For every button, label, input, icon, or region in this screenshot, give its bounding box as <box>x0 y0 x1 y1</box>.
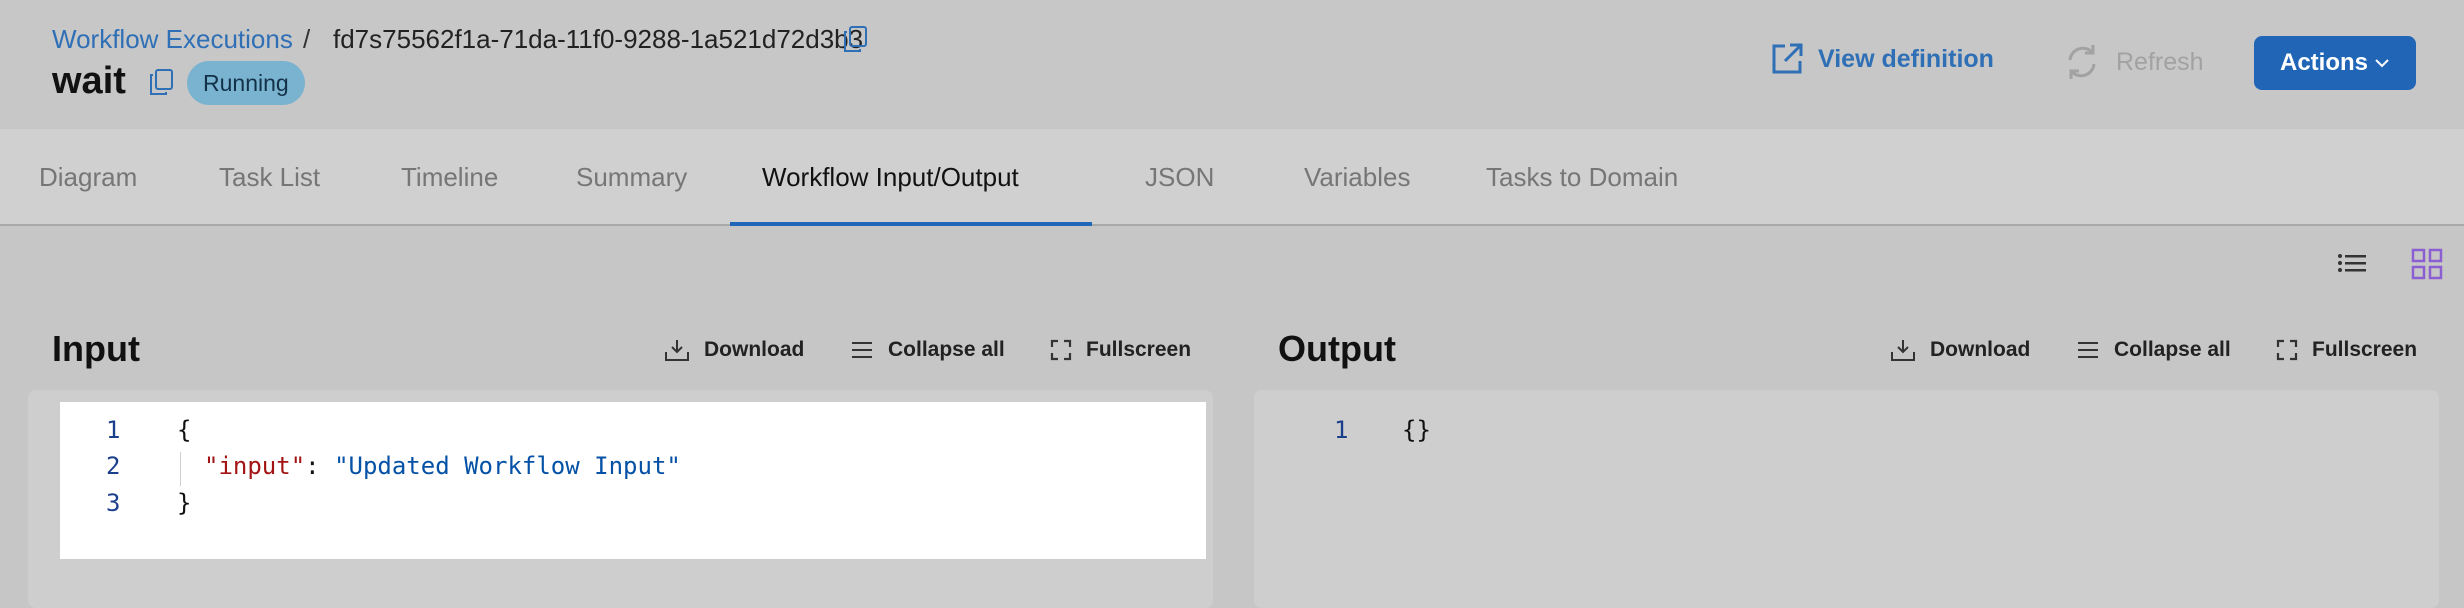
fullscreen-icon <box>1050 339 1072 361</box>
status-badge: Running <box>187 61 305 105</box>
code-line: {} <box>1402 416 1431 444</box>
input-collapse-all-button[interactable]: Collapse all <box>850 338 1005 362</box>
tab-diagram[interactable]: Diagram <box>39 129 137 226</box>
actions-dropdown-button[interactable]: Actions <box>2254 36 2416 90</box>
line-number: 1 <box>1334 416 1349 444</box>
input-panel-title: Input <box>52 328 140 369</box>
indent-guide <box>180 452 181 486</box>
code-line: "input": "Updated Workflow Input" <box>204 452 681 480</box>
collapse-all-icon <box>2078 342 2098 358</box>
line-number: 3 <box>106 489 121 517</box>
tab-bar <box>0 129 2464 226</box>
chevron-down-icon <box>2375 59 2389 68</box>
download-icon <box>665 340 689 361</box>
input-json-editor[interactable] <box>60 402 1206 559</box>
tab-workflow-input-output[interactable]: Workflow Input/Output <box>762 129 1019 226</box>
input-fullscreen-label: Fullscreen <box>1086 338 1192 361</box>
list-view-icon[interactable] <box>2336 247 2368 284</box>
copy-name-icon[interactable] <box>148 68 174 101</box>
view-definition-label: View definition <box>1818 44 1994 73</box>
output-panel-title: Output <box>1278 328 1396 369</box>
output-collapse-all-button[interactable]: Collapse all <box>2076 338 2231 362</box>
active-tab-indicator <box>730 222 1092 226</box>
breadcrumb-execution-id: fd7s75562f1a-71da-11f0-9288-1a521d72d3b3 <box>333 24 864 54</box>
page-title: wait <box>52 60 126 102</box>
input-download-button[interactable]: Download <box>664 338 804 362</box>
external-link-icon <box>1772 43 1803 74</box>
tab-tasks-to-domain[interactable]: Tasks to Domain <box>1486 129 1678 226</box>
code-line: { <box>177 416 192 444</box>
grid-view-icon[interactable] <box>2410 247 2444 286</box>
tab-task-list[interactable]: Task List <box>219 129 320 226</box>
actions-label: Actions <box>2279 49 2368 76</box>
output-panel[interactable] <box>1254 390 2439 608</box>
refresh-label: Refresh <box>2116 47 2204 76</box>
output-fullscreen-button[interactable]: Fullscreen <box>2276 338 2417 362</box>
breadcrumb-separator: / <box>303 24 311 54</box>
output-download-label: Download <box>1930 338 2031 361</box>
copy-execution-id-icon[interactable] <box>842 25 868 58</box>
input-download-label: Download <box>704 338 805 361</box>
fullscreen-icon <box>2276 339 2298 361</box>
code-line: } <box>177 489 192 517</box>
json-colon: : <box>305 452 335 480</box>
download-icon <box>1891 340 1915 361</box>
breadcrumb-workflow-executions-link[interactable]: Workflow Executions <box>52 24 293 55</box>
collapse-all-icon <box>852 342 872 358</box>
input-fullscreen-button[interactable]: Fullscreen <box>1050 338 1191 362</box>
tab-variables[interactable]: Variables <box>1304 129 1410 226</box>
line-number: 2 <box>106 452 121 480</box>
output-fullscreen-label: Fullscreen <box>2312 338 2418 361</box>
output-download-button[interactable]: Download <box>1890 338 2030 362</box>
json-key: "input" <box>204 452 306 480</box>
view-definition-button[interactable]: View definition <box>1770 42 1994 76</box>
json-value: "Updated Workflow Input" <box>334 452 681 480</box>
output-collapse-all-label: Collapse all <box>2114 338 2231 361</box>
refresh-icon <box>2068 45 2096 79</box>
input-collapse-all-label: Collapse all <box>888 338 1005 361</box>
refresh-button[interactable]: Refresh <box>2062 42 2204 82</box>
tab-json[interactable]: JSON <box>1145 129 1214 226</box>
tab-summary[interactable]: Summary <box>576 129 687 226</box>
line-number: 1 <box>106 416 121 444</box>
tab-timeline[interactable]: Timeline <box>401 129 498 226</box>
